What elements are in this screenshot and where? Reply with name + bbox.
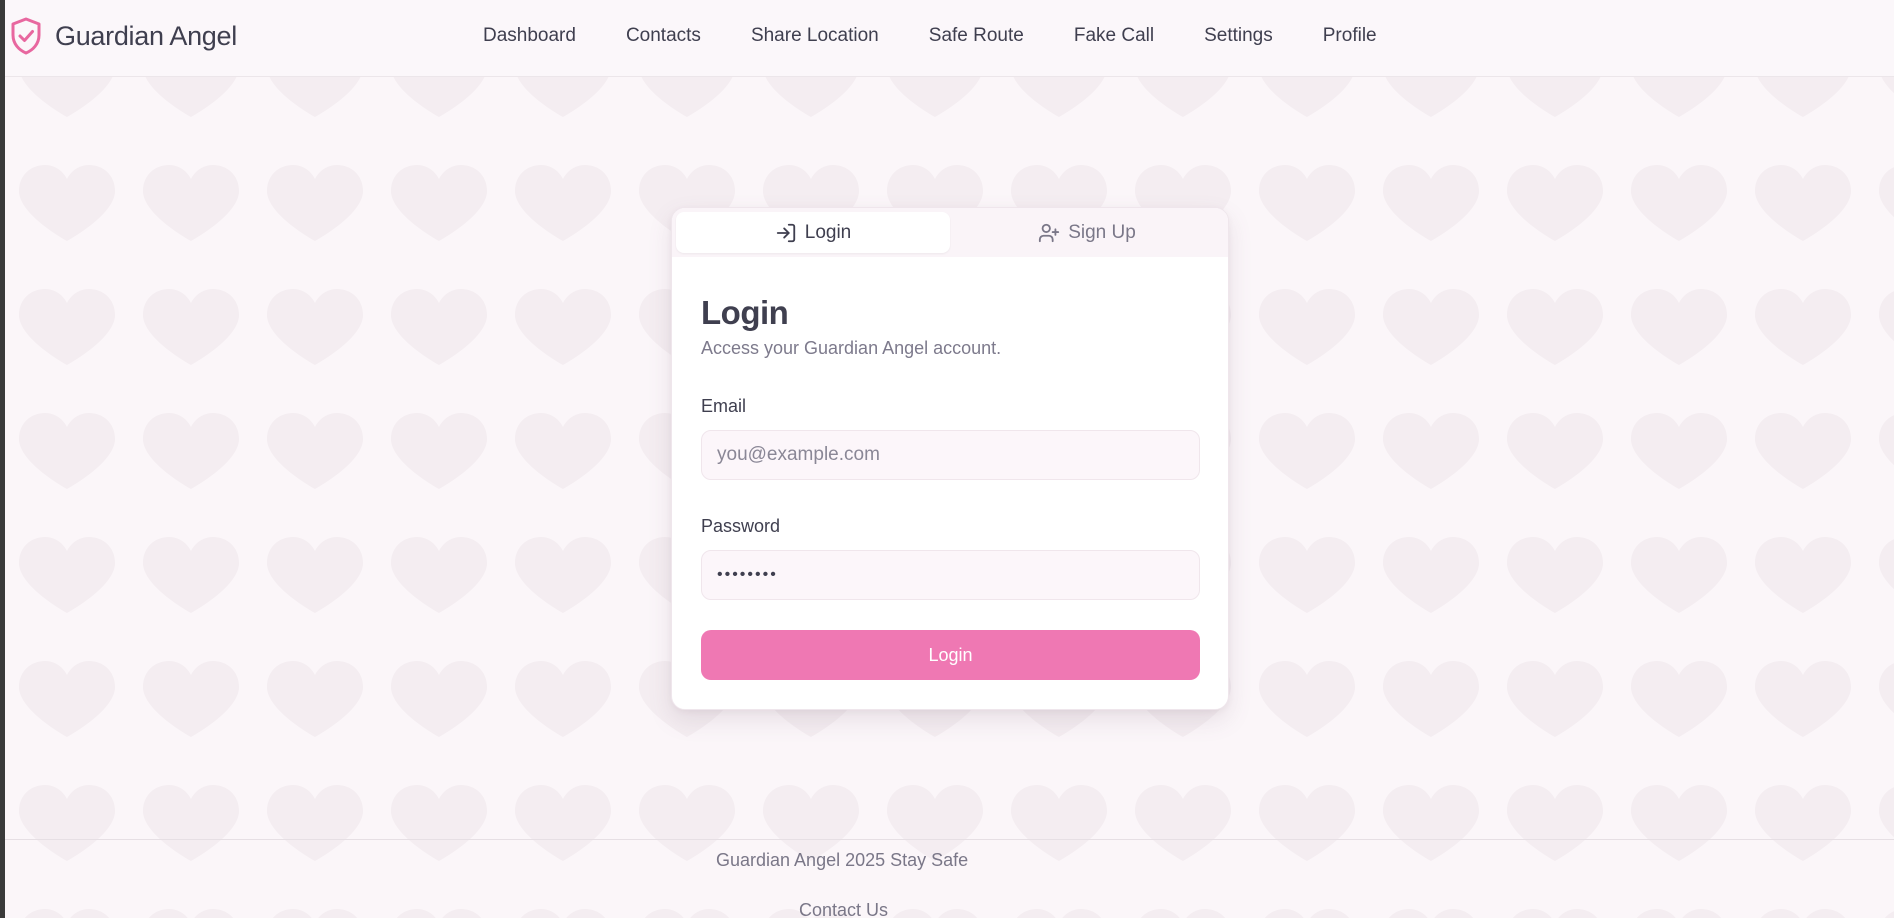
card-title: Login [701, 294, 789, 331]
login-button[interactable]: Login [701, 630, 1200, 680]
tab-sign-up[interactable]: Sign Up [950, 212, 1224, 253]
footer-text: Guardian Angel 2025 Stay Safe [716, 850, 969, 870]
top-navbar: Guardian Angel Dashboard Contacts Share … [5, 0, 1894, 77]
email-field[interactable] [701, 430, 1200, 480]
nav-link-fake-call[interactable]: Fake Call [1074, 24, 1154, 48]
auth-card: Login Sign Up Login Access your Guardian… [671, 207, 1229, 710]
main-nav: Dashboard Contacts Share Location Safe R… [483, 24, 1427, 48]
nav-link-profile[interactable]: Profile [1323, 24, 1377, 48]
nav-link-settings[interactable]: Settings [1204, 24, 1273, 48]
contact-us-link[interactable]: Contact Us [799, 900, 888, 918]
brand-name: Guardian Angel [55, 20, 237, 51]
email-label: Email [701, 396, 747, 416]
card-subtitle: Access your Guardian Angel account. [701, 338, 1002, 358]
shield-check-icon [11, 17, 41, 55]
tab-login-label: Login [804, 221, 852, 243]
nav-link-safe-route[interactable]: Safe Route [929, 24, 1024, 48]
nav-link-share-location[interactable]: Share Location [751, 24, 879, 48]
brand[interactable]: Guardian Angel [9, 16, 237, 56]
nav-link-dashboard[interactable]: Dashboard [483, 24, 576, 48]
user-plus-icon [1039, 223, 1060, 242]
password-field[interactable] [701, 550, 1200, 600]
auth-tabs: Login Sign Up [672, 208, 1228, 257]
nav-link-contacts[interactable]: Contacts [626, 24, 701, 48]
tab-login[interactable]: Login [676, 212, 950, 253]
log-in-icon [776, 223, 795, 242]
app-window: Guardian Angel Dashboard Contacts Share … [5, 0, 1894, 918]
password-label: Password [701, 516, 781, 536]
tab-sign-up-label: Sign Up [1068, 221, 1136, 243]
footer: Guardian Angel 2025 Stay Safe Contact Us [5, 839, 1894, 918]
